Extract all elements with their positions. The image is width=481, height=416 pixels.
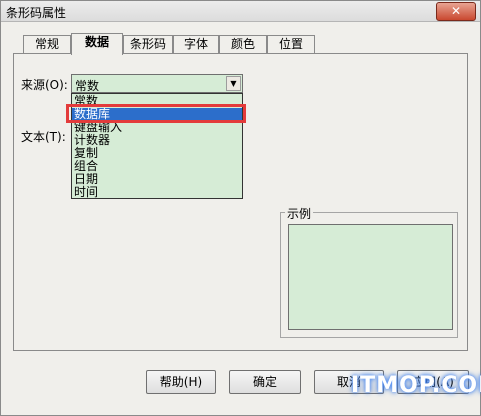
tab-general[interactable]: 常规 [23, 35, 71, 53]
tab-font[interactable]: 字体 [173, 35, 219, 53]
tab-position[interactable]: 位置 [267, 35, 315, 53]
barcode-properties-dialog: 条形码属性 ✕ 常规 数据 条形码 字体 颜色 位置 来源(O): 常数 ▼ 文… [0, 0, 481, 416]
chevron-down-icon[interactable]: ▼ [226, 76, 241, 91]
example-preview [288, 224, 453, 330]
title-bar: 条形码属性 ✕ [1, 1, 480, 22]
source-combobox[interactable]: 常数 ▼ [71, 74, 243, 93]
watermark-logo: ITMOP.COM [351, 373, 481, 398]
source-value: 常数 [75, 79, 100, 93]
text-label: 文本(T): [21, 130, 66, 144]
help-button[interactable]: 帮助(H) [146, 370, 216, 394]
close-button[interactable]: ✕ [436, 2, 476, 21]
tab-color[interactable]: 颜色 [219, 35, 267, 53]
tab-barcode[interactable]: 条形码 [123, 35, 173, 53]
window-title: 条形码属性 [6, 6, 67, 20]
dropdown-item[interactable]: 时间 [72, 186, 242, 199]
tab-data[interactable]: 数据 [71, 33, 123, 55]
source-label: 来源(O): [21, 78, 68, 92]
example-label: 示例 [285, 205, 314, 222]
ok-button[interactable]: 确定 [229, 370, 301, 394]
red-highlight-annotation [66, 104, 246, 123]
